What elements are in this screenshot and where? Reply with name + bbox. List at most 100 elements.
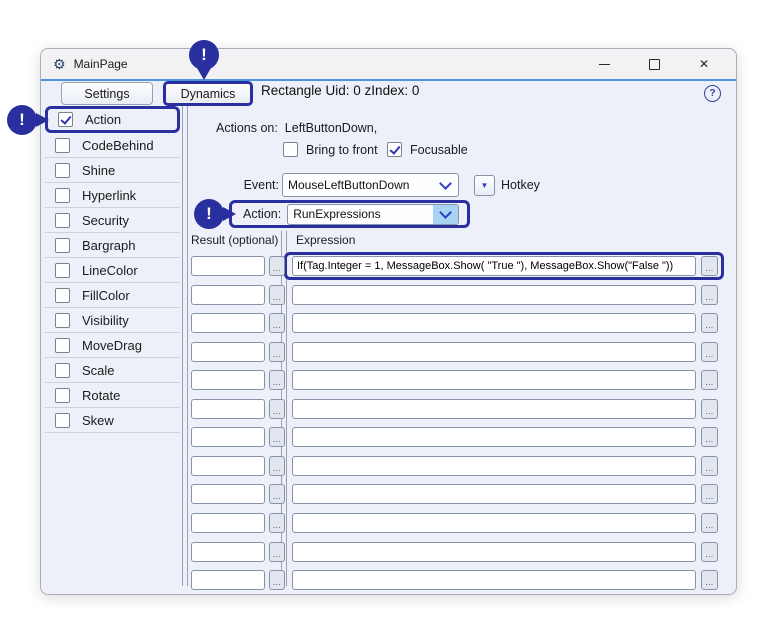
result-browse-button[interactable]: ... [269, 399, 285, 419]
sidebar-item-checkbox[interactable] [55, 188, 70, 203]
event-label: Event: [201, 178, 279, 192]
expression-input[interactable] [292, 342, 696, 362]
sidebar-item-label: Security [82, 213, 129, 228]
focusable-label: Focusable [410, 143, 468, 157]
expression-input[interactable] [292, 513, 696, 533]
maximize-button[interactable] [646, 56, 662, 72]
expression-browse-button[interactable]: ... [701, 256, 718, 276]
actions-on-row: Actions on: LeftButtonDown, [216, 121, 377, 135]
close-button[interactable]: ✕ [696, 56, 712, 72]
result-input[interactable] [191, 313, 265, 333]
bring-to-front-option[interactable]: Bring to front [283, 142, 378, 157]
expression-input[interactable] [292, 542, 696, 562]
result-input[interactable] [191, 542, 265, 562]
sidebar-item-codebehind[interactable]: CodeBehind [45, 133, 180, 158]
action-dropdown[interactable]: RunExpressions [287, 204, 459, 225]
expression-browse-button[interactable]: ... [701, 370, 718, 390]
sidebar-item-bargraph[interactable]: Bargraph [45, 233, 180, 258]
action-dropdown-value: RunExpressions [288, 207, 433, 221]
expression-row: ... If(Tag.Integer = 1, MessageBox.Show(… [41, 256, 736, 276]
result-browse-button[interactable]: ... [269, 427, 285, 447]
gear-icon: ⚙ [53, 56, 66, 73]
expression-row: ... ... [41, 313, 736, 333]
result-input[interactable] [191, 456, 265, 476]
expression-browse-button[interactable]: ... [701, 542, 718, 562]
result-browse-button[interactable]: ... [269, 342, 285, 362]
exclamation-badge-dynamics: ! [189, 40, 219, 70]
minimize-button[interactable] [596, 56, 612, 72]
result-input[interactable] [191, 256, 265, 276]
actions-on-label: Actions on: [216, 121, 278, 135]
sidebar-item-label: Shine [82, 163, 115, 178]
expression-browse-button[interactable]: ... [701, 399, 718, 419]
result-browse-button[interactable]: ... [269, 484, 285, 504]
result-input[interactable] [191, 399, 265, 419]
sidebar-item-checkbox[interactable] [55, 213, 70, 228]
result-input[interactable] [191, 484, 265, 504]
sidebar-item-security[interactable]: Security [45, 208, 180, 233]
tab-settings[interactable]: Settings [61, 82, 153, 105]
sidebar-item-action[interactable]: Action [45, 106, 180, 133]
result-input[interactable] [191, 427, 265, 447]
chevron-down-icon[interactable] [433, 174, 458, 196]
sidebar-item-checkbox[interactable] [58, 112, 73, 127]
action-row-highlight: Action: RunExpressions [229, 200, 470, 228]
hotkey-label: Hotkey [501, 178, 540, 192]
expression-row: ... ... [41, 542, 736, 562]
result-browse-button[interactable]: ... [269, 256, 285, 276]
sidebar-item-hyperlink[interactable]: Hyperlink [45, 183, 180, 208]
expression-input[interactable] [292, 313, 696, 333]
exclamation-badge-action-dropdown: ! [194, 199, 224, 229]
expression-input[interactable] [292, 399, 696, 419]
result-browse-button[interactable]: ... [269, 513, 285, 533]
expression-input[interactable]: If(Tag.Integer = 1, MessageBox.Show( "Tr… [292, 256, 696, 276]
actions-on-value: LeftButtonDown, [285, 121, 377, 135]
action-label: Action: [243, 207, 281, 221]
sidebar-item-checkbox[interactable] [55, 138, 70, 153]
expression-input[interactable] [292, 570, 696, 590]
tab-dynamics[interactable]: Dynamics [163, 81, 253, 106]
rectangle-info-label: Rectangle Uid: 0 zIndex: 0 [261, 83, 419, 98]
expression-input[interactable] [292, 370, 696, 390]
expression-row: ... ... [41, 484, 736, 504]
result-input[interactable] [191, 513, 265, 533]
expression-input[interactable] [292, 427, 696, 447]
focusable-checkbox[interactable] [387, 142, 402, 157]
bring-to-front-checkbox[interactable] [283, 142, 298, 157]
result-browse-button[interactable]: ... [269, 570, 285, 590]
expression-input[interactable] [292, 285, 696, 305]
expression-browse-button[interactable]: ... [701, 456, 718, 476]
expression-input[interactable] [292, 456, 696, 476]
result-browse-button[interactable]: ... [269, 542, 285, 562]
expression-row: ... ... [41, 570, 736, 590]
help-icon[interactable]: ? [704, 85, 721, 102]
hotkey-dropdown-button[interactable]: ▼ [474, 175, 495, 196]
expression-browse-button[interactable]: ... [701, 484, 718, 504]
window-title: MainPage [74, 57, 128, 71]
result-input[interactable] [191, 370, 265, 390]
expression-row: ... ... [41, 513, 736, 533]
result-input[interactable] [191, 570, 265, 590]
result-browse-button[interactable]: ... [269, 456, 285, 476]
result-browse-button[interactable]: ... [269, 313, 285, 333]
expression-browse-button[interactable]: ... [701, 313, 718, 333]
sidebar-item-checkbox[interactable] [55, 163, 70, 178]
chevron-down-icon[interactable] [433, 205, 458, 224]
sidebar-item-label: Action [85, 112, 121, 127]
focusable-option[interactable]: Focusable [387, 142, 468, 157]
event-dropdown[interactable]: MouseLeftButtonDown [282, 173, 459, 197]
expression-browse-button[interactable]: ... [701, 427, 718, 447]
expression-browse-button[interactable]: ... [701, 285, 718, 305]
expression-row: ... ... [41, 456, 736, 476]
sidebar-item-shine[interactable]: Shine [45, 158, 180, 183]
result-browse-button[interactable]: ... [269, 370, 285, 390]
sidebar-item-checkbox[interactable] [55, 238, 70, 253]
result-browse-button[interactable]: ... [269, 285, 285, 305]
expression-browse-button[interactable]: ... [701, 513, 718, 533]
badge-pointer-right-icon [223, 207, 236, 221]
expression-input[interactable] [292, 484, 696, 504]
expression-browse-button[interactable]: ... [701, 570, 718, 590]
result-input[interactable] [191, 285, 265, 305]
result-input[interactable] [191, 342, 265, 362]
expression-browse-button[interactable]: ... [701, 342, 718, 362]
